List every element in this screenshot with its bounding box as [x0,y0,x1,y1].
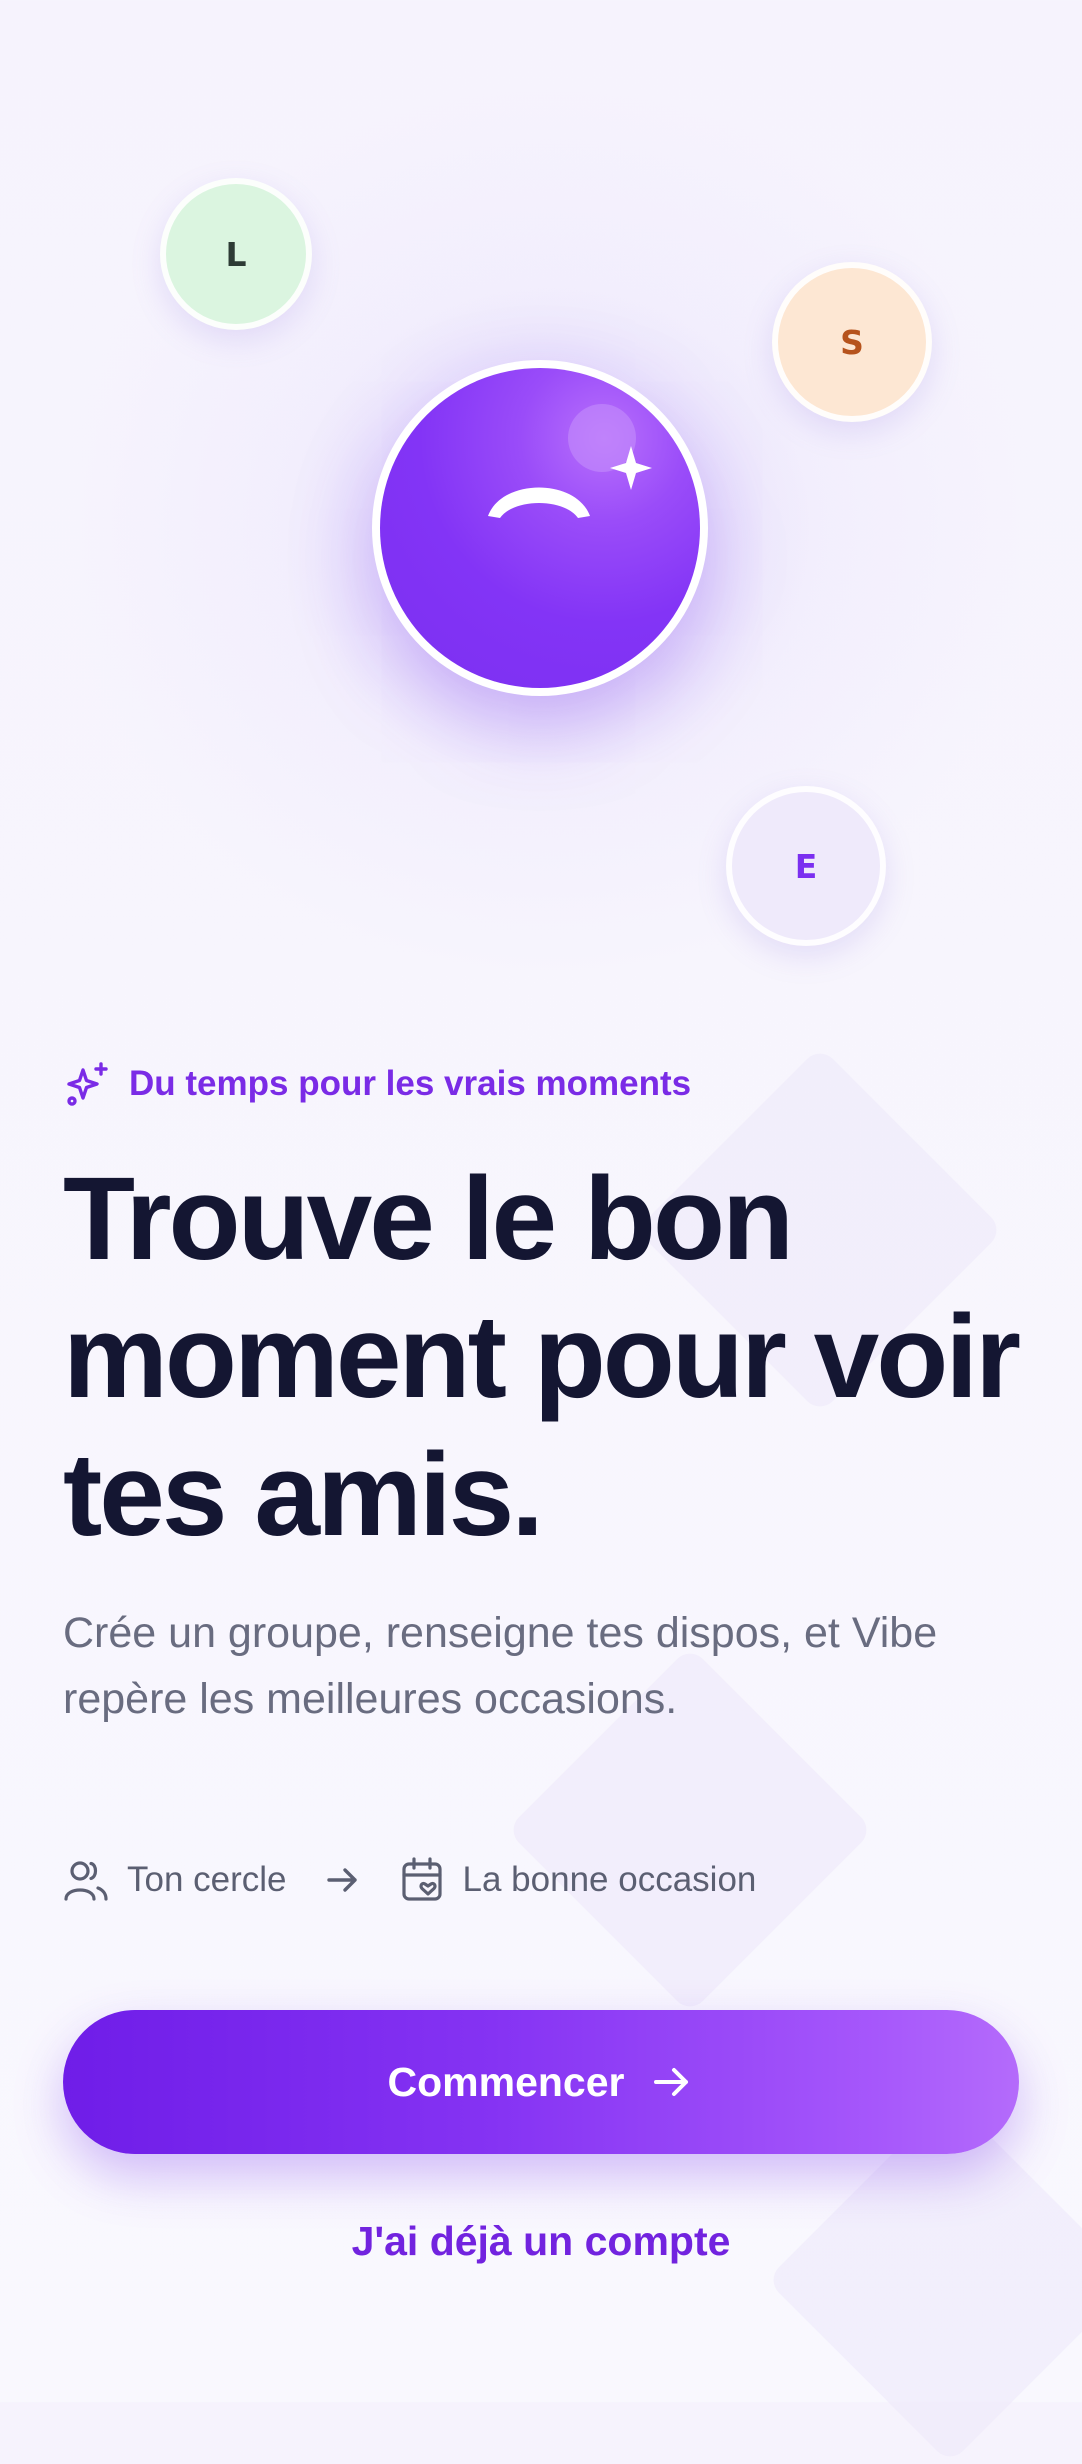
start-button-label: Commencer [387,2058,625,2105]
mascot-orb [380,368,700,688]
mascot-face-icon [488,404,652,518]
friend-avatar-s: S [772,262,932,422]
feature-flow: Ton cercle La bonne occasion [63,1852,1019,1908]
arrow-right-icon [323,1860,363,1900]
start-button[interactable]: Commencer [63,2010,1019,2154]
step-circle-label: Ton cercle [127,1860,287,1899]
tagline-text: Du temps pour les vrais moments [129,1064,692,1103]
page-title: Trouve le bon moment pour voir tes amis. [63,1153,1021,1561]
calendar-heart-icon [401,1857,445,1903]
friend-avatar-e: E [726,786,886,946]
page-subtitle: Crée un groupe, renseigne tes dispos, et… [63,1609,938,1723]
friend-avatar-l: L [160,178,312,330]
users-icon [63,1857,109,1903]
login-link[interactable]: J'ai déjà un compte [0,2218,1082,2265]
step-occasion-label: La bonne occasion [462,1860,757,1899]
tagline: Du temps pour les vrais moments [63,1060,1019,1108]
app-mascot [372,360,708,696]
sparkles-icon [63,1060,111,1108]
arrow-right-icon [650,2060,694,2104]
